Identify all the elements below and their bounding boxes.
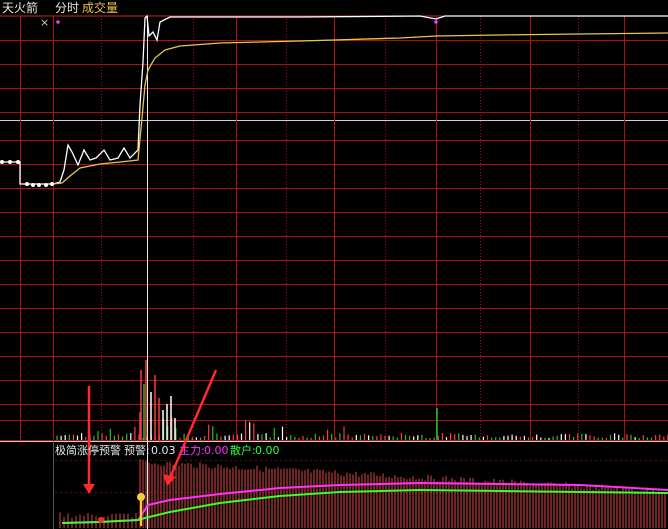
price-dot (50, 182, 54, 186)
indicator-panel (59, 459, 668, 528)
red-arrow-head (83, 484, 95, 494)
warn-value: 0.03 (151, 444, 176, 457)
main-force-label: 主力: (179, 444, 205, 457)
close-icon[interactable]: × (40, 17, 49, 29)
indicator-name: 天火箭 (2, 1, 39, 15)
price-dot (8, 160, 12, 164)
volume-bars (56, 360, 668, 440)
price-dot (44, 183, 48, 187)
price-dot (31, 183, 35, 187)
chart-period-tab[interactable]: 分时 (55, 1, 79, 15)
indicator-title: 极简涨停预警 (55, 444, 121, 457)
red-arrow-icon (168, 369, 218, 479)
limit-up-marker (434, 20, 438, 24)
retail-label: 散户: (230, 444, 256, 457)
price-dot (37, 183, 41, 187)
coin-signal-icon (137, 493, 145, 501)
price-dot (25, 182, 29, 186)
avg-price-line (52, 32, 668, 185)
low-marker (98, 517, 104, 523)
main-force-value: 0.00 (204, 444, 229, 457)
warn-label: 预警: (124, 444, 150, 457)
retail-value: 0.00 (255, 444, 280, 457)
start-marker (56, 20, 60, 24)
price-dot (0, 160, 4, 164)
price-dot (16, 160, 20, 164)
volume-label[interactable]: 成交量 (82, 1, 118, 15)
